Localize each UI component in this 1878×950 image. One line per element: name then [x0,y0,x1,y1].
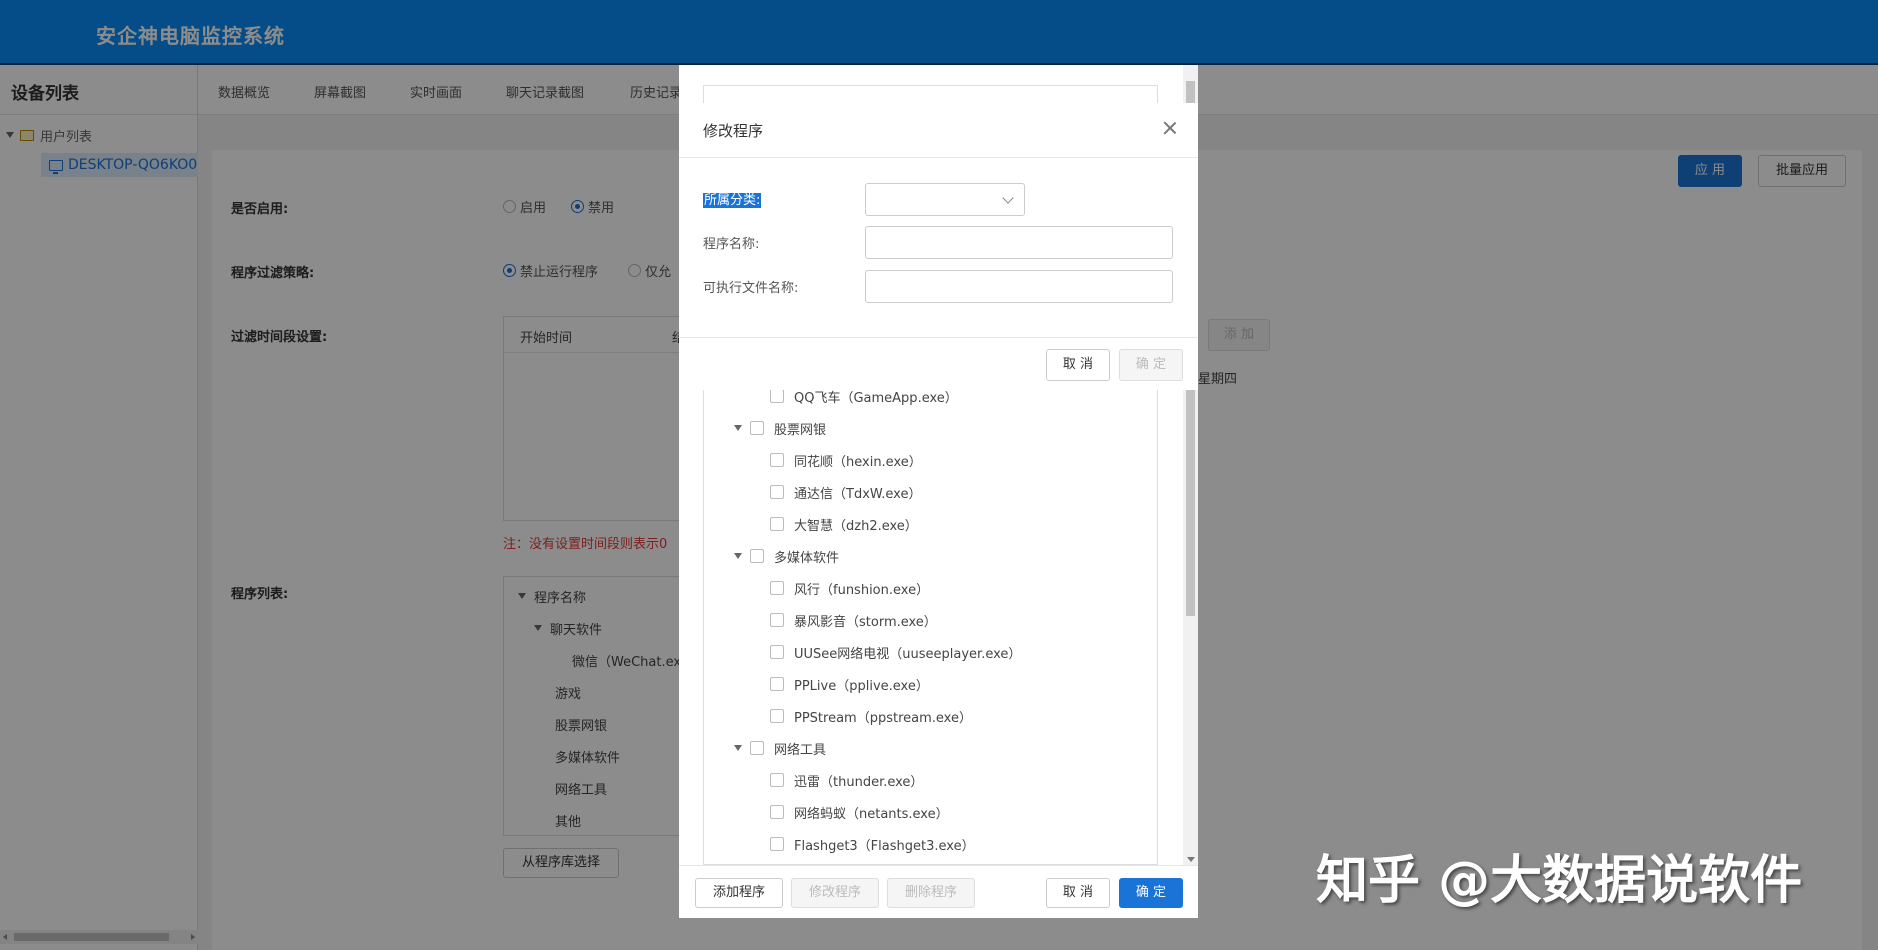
library-item[interactable]: UUSee网络电视（uuseeplayer.exe） [770,642,1021,662]
ok-button[interactable]: 确 定 [1119,349,1183,381]
expand-caret-icon[interactable] [734,745,742,751]
library-group[interactable]: 网络工具 [734,738,826,758]
checkbox-icon[interactable] [770,645,784,659]
exe-name-input[interactable] [865,270,1173,303]
checkbox-icon[interactable] [750,741,764,755]
library-item[interactable]: 同花顺（hexin.exe） [770,450,922,470]
checkbox-icon[interactable] [770,773,784,787]
edit-program-button[interactable]: 修改程序 [791,878,879,908]
checkbox-icon[interactable] [770,709,784,723]
library-group[interactable]: 多媒体软件 [734,546,839,566]
library-item[interactable]: PPStream（ppstream.exe） [770,706,972,726]
library-item-label: UUSee网络电视（uuseeplayer.exe） [794,646,1022,662]
chevron-down-icon [1002,192,1014,204]
delete-program-button[interactable]: 删除程序 [887,878,975,908]
library-group-label: 网络工具 [774,742,827,758]
checkbox-icon[interactable] [770,613,784,627]
checkbox-icon[interactable] [770,517,784,531]
library-group[interactable]: 股票网银 [734,418,826,438]
checkbox-icon[interactable] [770,453,784,467]
library-item-label: 网络蚂蚁（netants.exe） [794,806,949,822]
edit-program-dialog: 修改程序 所属分类: 程序名称: 可执行文件名称: 取 消 确 定 [679,103,1198,390]
library-ok-button[interactable]: 确 定 [1119,878,1183,908]
library-item-label: 大智慧（dzh2.exe） [794,518,918,534]
checkbox-icon[interactable] [770,677,784,691]
exe-name-label: 可执行文件名称: [703,281,799,296]
library-dialog-footer: 添加程序 修改程序 删除程序 取 消 确 定 [679,865,1198,918]
library-item[interactable]: PPLive（pplive.exe） [770,674,929,694]
library-cancel-button[interactable]: 取 消 [1046,878,1110,908]
expand-caret-icon[interactable] [734,425,742,431]
library-item-label: 同花顺（hexin.exe） [794,454,922,470]
program-name-input[interactable] [865,226,1173,259]
dialog-title: 修改程序 [703,122,764,140]
library-item-label: PPLive（pplive.exe） [794,678,929,694]
library-item-label: Flashget3（Flashget3.exe） [794,838,975,854]
library-item[interactable]: Flashget3（Flashget3.exe） [770,834,975,854]
category-select[interactable] [865,183,1025,216]
close-icon[interactable] [1162,120,1178,136]
category-label-text: 所属分类: [703,193,762,208]
library-item[interactable]: 暴风影音（storm.exe） [770,610,937,630]
library-group-label: 股票网银 [774,422,827,438]
library-item[interactable]: 迅雷（thunder.exe） [770,770,923,790]
checkbox-icon[interactable] [770,485,784,499]
library-item-label: PPStream（ppstream.exe） [794,710,972,726]
checkbox-icon[interactable] [750,549,764,563]
category-label: 所属分类: [703,189,762,208]
library-item-label: 通达信（TdxW.exe） [794,486,922,502]
library-item[interactable]: 网络蚂蚁（netants.exe） [770,802,949,822]
library-item-label: 暴风影音（storm.exe） [794,614,937,630]
add-program-button[interactable]: 添加程序 [695,878,783,908]
watermark: 知乎 @大数据说软件 [1316,851,1803,911]
dialog-header: 修改程序 [679,103,1198,158]
dialog-footer: 取 消 确 定 [679,337,1198,390]
library-item-label: 风行（funshion.exe） [794,582,930,598]
cancel-button[interactable]: 取 消 [1046,349,1110,381]
checkbox-icon[interactable] [770,805,784,819]
program-name-label: 程序名称: [703,237,760,252]
library-item[interactable]: 通达信（TdxW.exe） [770,482,921,502]
checkbox-icon[interactable] [770,837,784,851]
expand-caret-icon[interactable] [734,553,742,559]
library-group-label: 多媒体软件 [774,550,840,566]
checkbox-icon[interactable] [750,421,764,435]
checkbox-icon[interactable] [770,581,784,595]
library-item-label: 迅雷（thunder.exe） [794,774,924,790]
library-item[interactable]: 大智慧（dzh2.exe） [770,514,918,534]
scroll-down-icon[interactable] [1187,857,1195,862]
library-item[interactable]: 风行（funshion.exe） [770,578,929,598]
checkbox-icon[interactable] [770,389,784,403]
